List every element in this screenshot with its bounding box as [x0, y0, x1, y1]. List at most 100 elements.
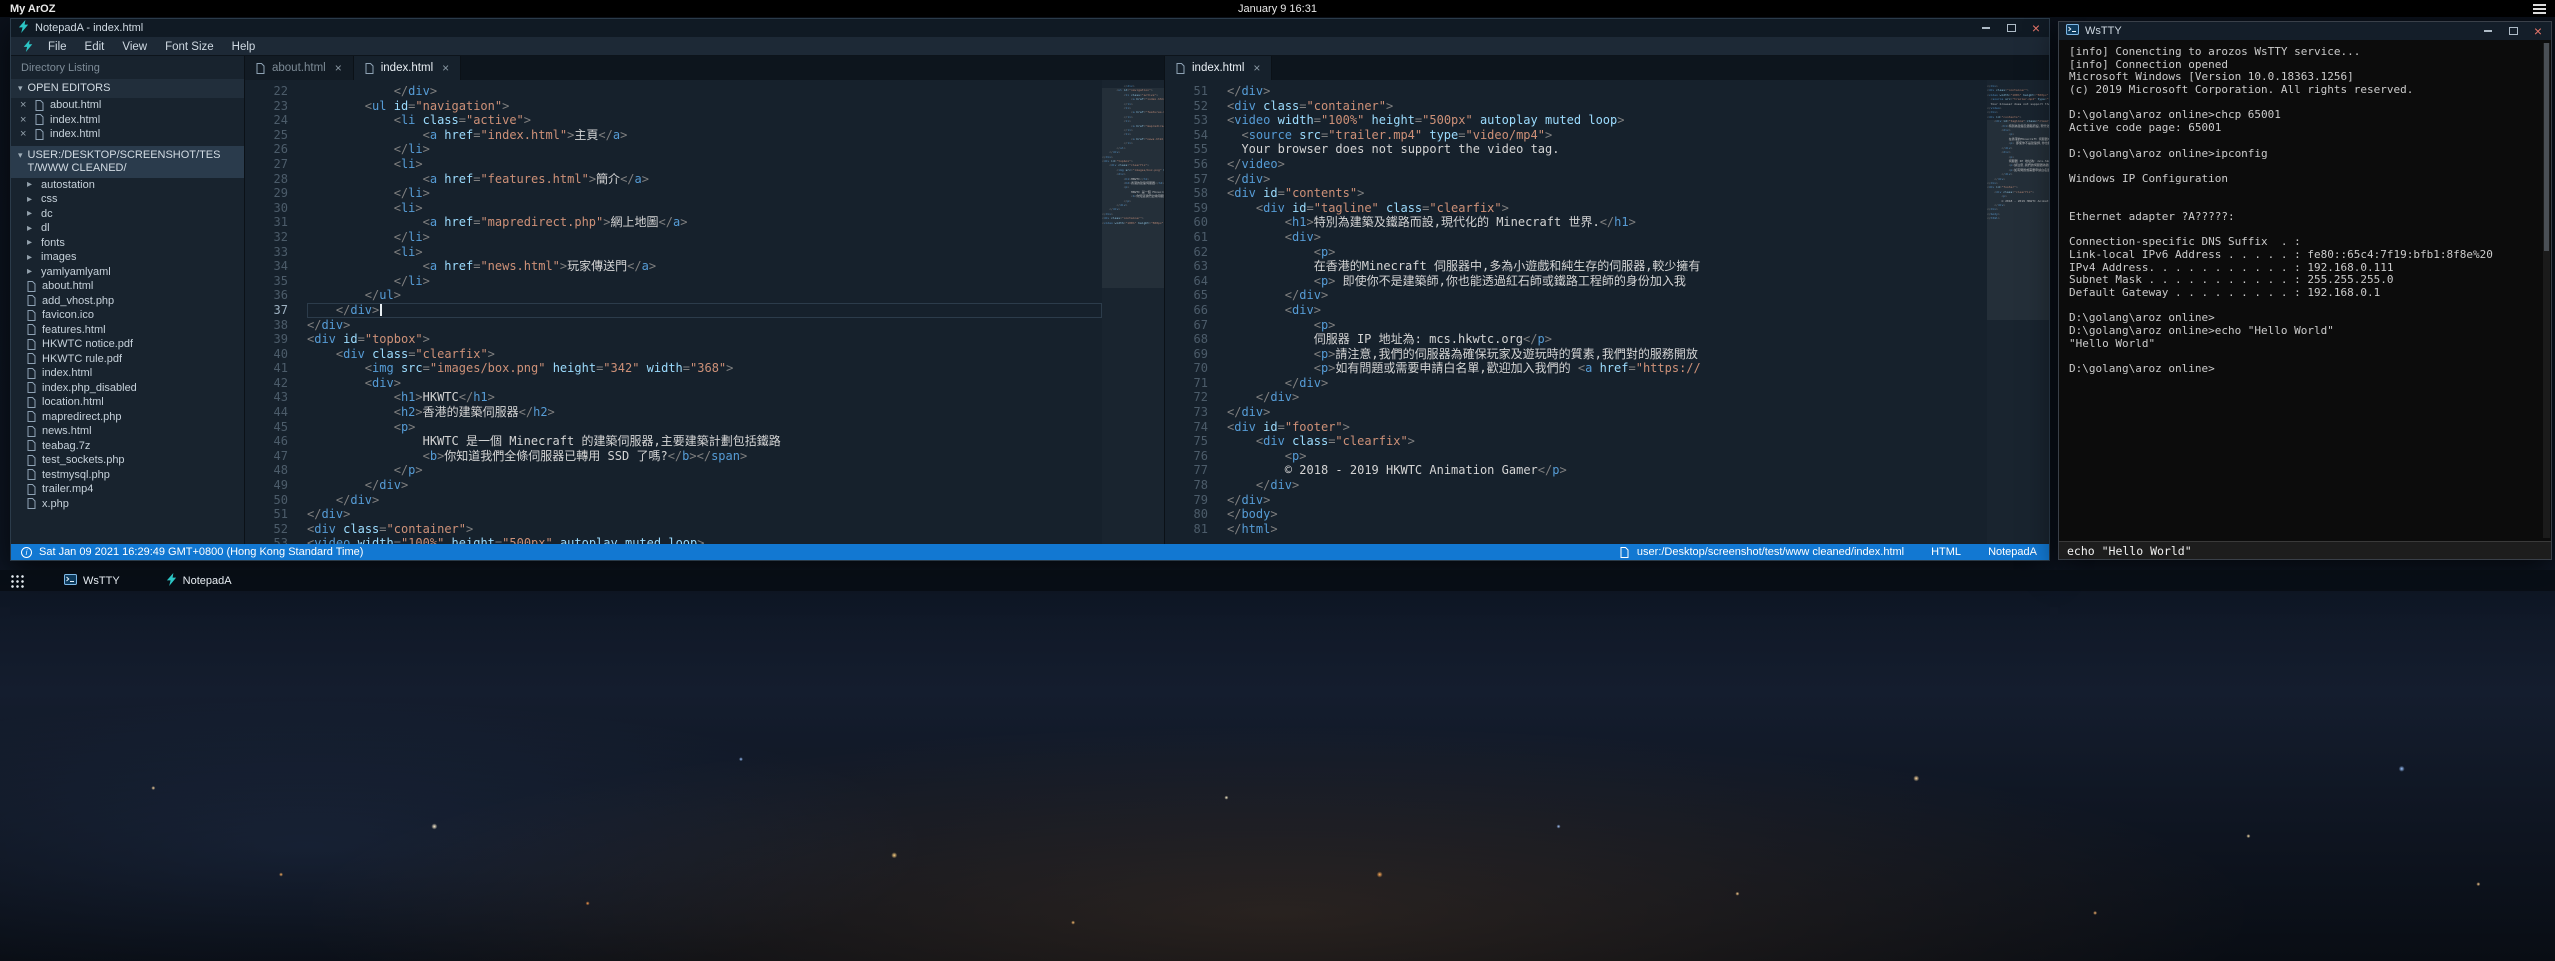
tree-folder-item[interactable]: ▸images — [11, 250, 244, 265]
code-line[interactable]: </li> — [307, 186, 1102, 201]
code-line[interactable]: <h2>香港的建築伺服器</h2> — [307, 405, 1102, 420]
taskbar-item-wstty[interactable]: WsTTY — [58, 572, 126, 590]
code-line[interactable]: <video width="100%" height="500px" autop… — [1227, 113, 1987, 128]
notepad-titlebar[interactable]: NotepadA - index.html × — [11, 19, 2049, 37]
tree-file-item[interactable]: HKWTC notice.pdf — [11, 337, 244, 352]
code-line[interactable]: <div> — [307, 376, 1102, 391]
code-line[interactable]: <b>你知道我們全條伺服器已轉用 SSD 了嗎?</b></span> — [307, 449, 1102, 464]
code-line[interactable]: </div> — [307, 478, 1102, 493]
code-line[interactable]: <a href="features.html">簡介</a> — [307, 172, 1102, 187]
scrollbar-thumb[interactable] — [2544, 43, 2549, 251]
code-line[interactable]: <li class="active"> — [307, 113, 1102, 128]
code-line[interactable]: <p>如有問題或需要申請白名單,歡迎加入我們的 <a href="https:/… — [1227, 361, 1987, 376]
hamburger-menu-icon[interactable] — [2533, 4, 2546, 14]
code-line[interactable]: </body> — [1227, 507, 1987, 522]
code-line[interactable]: <a href="index.html">主頁</a> — [307, 128, 1102, 143]
code-area[interactable]: </div> <div class="container"><video widt… — [1223, 80, 1987, 544]
tree-file-item[interactable]: x.php — [11, 497, 244, 512]
terminal-command-input[interactable]: echo "Hello World" — [2059, 541, 2551, 559]
terminal-output[interactable]: [info] Conencting to arozos WsTTY servic… — [2059, 40, 2551, 541]
code-line[interactable]: </div> — [1227, 288, 1987, 303]
tree-file-item[interactable]: testmysql.php — [11, 468, 244, 483]
statusbar-filepath[interactable]: user:/Desktop/screenshot/test/www cleane… — [1637, 546, 1904, 558]
statusbar-datetime[interactable]: Sat Jan 09 2021 16:29:49 GMT+0800 (Hong … — [39, 546, 363, 558]
code-line[interactable]: </div> — [307, 493, 1102, 508]
code-line[interactable]: © 2018 - 2019 HKWTC Animation Gamer</p> — [1227, 463, 1987, 478]
code-line[interactable]: </li> — [307, 142, 1102, 157]
tree-file-item[interactable]: HKWTC rule.pdf — [11, 352, 244, 367]
code-line[interactable]: <a href="news.html">玩家傳送門</a> — [307, 259, 1102, 274]
editor-tab[interactable]: index.html× — [354, 56, 461, 80]
tree-file-item[interactable]: features.html — [11, 323, 244, 338]
code-line[interactable]: </div> — [307, 84, 1102, 99]
tree-file-item[interactable]: test_sockets.php — [11, 453, 244, 468]
code-line[interactable]: </div> — [1227, 405, 1987, 420]
code-line[interactable]: Your browser does not support the video … — [1227, 142, 1987, 157]
editor-tab[interactable]: index.html× — [1165, 56, 1272, 80]
code-editor-right[interactable]: 5152535455565758596061626364656667686970… — [1165, 80, 2049, 544]
code-line[interactable]: <div id="footer"> — [1227, 420, 1987, 435]
code-line[interactable]: <li> — [307, 245, 1102, 260]
code-line[interactable]: <p> — [1227, 245, 1987, 260]
code-line[interactable]: <h1>特別為建築及鐵路而設,現代化的 Minecraft 世界.</h1> — [1227, 215, 1987, 230]
tab-close-icon[interactable]: × — [1253, 63, 1260, 73]
tree-folder-item[interactable]: ▸dc — [11, 207, 244, 222]
code-line[interactable]: </ul> — [307, 288, 1102, 303]
open-editor-item[interactable]: ×index.html — [11, 113, 244, 128]
tree-file-item[interactable]: index.php_disabled — [11, 381, 244, 396]
tree-file-item[interactable]: teabag.7z — [11, 439, 244, 454]
code-line[interactable]: <video width="100%" height="500px" autop… — [307, 536, 1102, 544]
open-editors-section-header[interactable]: ▾ OPEN EDITORS — [11, 79, 244, 98]
menu-file[interactable]: File — [39, 39, 76, 55]
close-icon[interactable]: × — [20, 115, 30, 125]
scrollbar[interactable] — [2543, 43, 2550, 538]
code-line[interactable]: </li> — [307, 230, 1102, 245]
code-line[interactable]: <div id="tagline" class="clearfix"> — [1227, 201, 1987, 216]
code-area[interactable]: </div> <ul id="navigation"> <li class="a… — [303, 80, 1102, 544]
statusbar-language[interactable]: HTML — [1931, 546, 1961, 558]
minimap[interactable]: </div><div class="container"><video widt… — [1987, 80, 2049, 544]
tree-file-item[interactable]: index.html — [11, 366, 244, 381]
close-icon[interactable]: × — [20, 100, 30, 110]
code-line[interactable]: <div id="contents"> — [1227, 186, 1987, 201]
code-editor-left[interactable]: 2223242526272829303132333435363738394041… — [245, 80, 1164, 544]
menu-edit[interactable]: Edit — [76, 39, 114, 55]
tree-folder-item[interactable]: ▸autostation — [11, 178, 244, 193]
code-line[interactable]: <p> 即使你不是建築師,你也能透過紅石師或鐵路工程師的身份加入我 — [1227, 274, 1987, 289]
start-menu-icon[interactable] — [10, 574, 24, 588]
code-line[interactable]: 在香港的Minecraft 伺服器中,多為小遊戲和純生存的伺服器,較少擁有 — [1227, 259, 1987, 274]
code-line[interactable]: </div> — [1227, 493, 1987, 508]
code-line[interactable]: <p> — [307, 420, 1102, 435]
code-line[interactable]: </div> — [1227, 478, 1987, 493]
code-line[interactable]: <source src="trailer.mp4" type="video/mp… — [1227, 128, 1987, 143]
code-line[interactable]: 伺服器 IP 地址為: mcs.hkwtc.org</p> — [1227, 332, 1987, 347]
tab-close-icon[interactable]: × — [335, 63, 342, 73]
code-line[interactable]: <p>請注意,我們的伺服器為確保玩家及遊玩時的質素,我們對的服務開放 — [1227, 347, 1987, 362]
code-line[interactable]: <li> — [307, 157, 1102, 172]
tab-close-icon[interactable]: × — [442, 63, 449, 73]
minimize-icon[interactable] — [1980, 22, 1992, 34]
code-line[interactable]: </div> — [1227, 172, 1987, 187]
statusbar-appname[interactable]: NotepadA — [1988, 546, 2037, 558]
tree-folder-item[interactable]: ▸dl — [11, 221, 244, 236]
tree-folder-item[interactable]: ▸css — [11, 192, 244, 207]
close-icon[interactable]: × — [2532, 25, 2544, 37]
wstty-titlebar[interactable]: WsTTY × — [2059, 22, 2551, 40]
code-line[interactable]: </p> — [307, 463, 1102, 478]
code-line[interactable]: <div> — [1227, 230, 1987, 245]
code-line[interactable]: <div class="clearfix"> — [307, 347, 1102, 362]
system-brand[interactable]: My ArOZ — [0, 3, 55, 15]
code-line[interactable]: </html> — [1227, 522, 1987, 537]
code-line[interactable]: <ul id="navigation"> — [307, 99, 1102, 114]
open-editor-item[interactable]: ×index.html — [11, 127, 244, 142]
menu-view[interactable]: View — [113, 39, 156, 55]
menu-font-size[interactable]: Font Size — [156, 39, 223, 55]
code-line[interactable]: <p> — [1227, 449, 1987, 464]
close-icon[interactable]: × — [20, 129, 30, 139]
code-line[interactable]: </div> — [307, 303, 1102, 318]
tree-file-item[interactable]: location.html — [11, 395, 244, 410]
code-line[interactable]: <div class="container"> — [1227, 99, 1987, 114]
code-line[interactable]: </li> — [307, 274, 1102, 289]
tree-file-item[interactable]: favicon.ico — [11, 308, 244, 323]
code-line[interactable]: <div id="topbox"> — [307, 332, 1102, 347]
